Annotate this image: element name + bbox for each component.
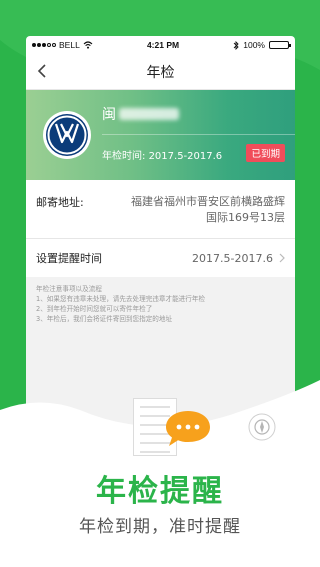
compass-icon[interactable]: [247, 412, 277, 442]
promo-subline: 年检到期，准时提醒: [79, 517, 241, 537]
chat-bubble-icon: [166, 411, 210, 446]
promo-headline: 年检提醒: [96, 474, 224, 509]
